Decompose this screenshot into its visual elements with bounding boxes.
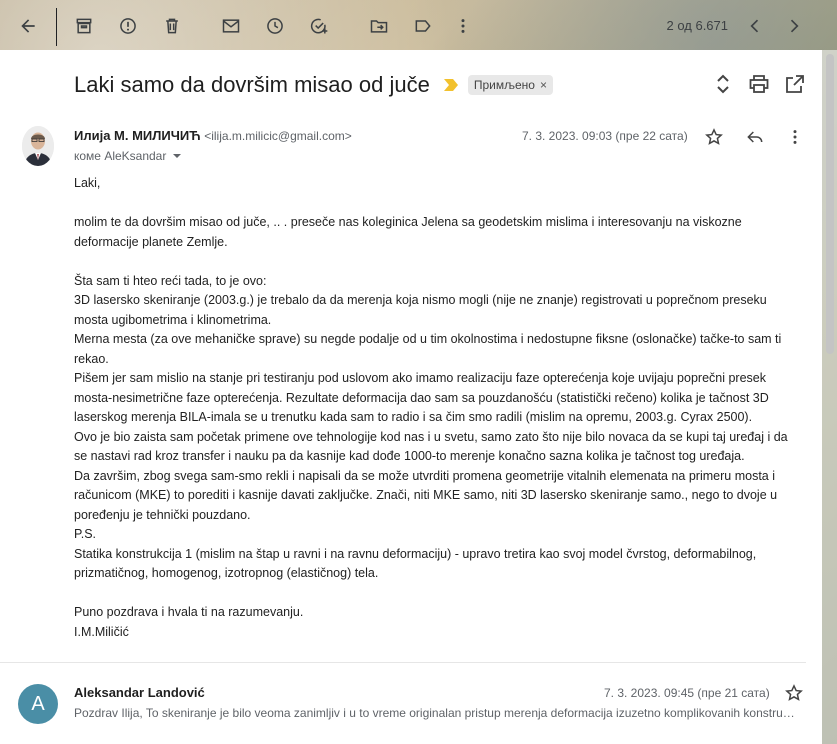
label-icon — [415, 20, 431, 32]
delete-button[interactable] — [154, 8, 190, 44]
clock-icon — [267, 18, 283, 34]
chevron-left-icon — [750, 19, 759, 33]
mark-unread-button[interactable] — [213, 8, 249, 44]
sender-name[interactable]: Aleksandar Landović — [74, 685, 205, 700]
message-body: Laki, molim te da dovršim misao od juče,… — [74, 174, 804, 642]
label-chip-text: Примљено — [473, 78, 535, 92]
reply-icon[interactable] — [745, 127, 765, 147]
expand-collapse-icon[interactable] — [711, 72, 735, 96]
more-vert-icon[interactable] — [785, 127, 805, 147]
body-paragraph: Puno pozdrava i hvala ti na razumevanju. — [74, 605, 304, 619]
sender-line: Илија М. МИЛИЧИЋ <ilija.m.milicic@gmail.… — [74, 128, 352, 143]
report-spam-button[interactable] — [110, 8, 146, 44]
recipient-line[interactable]: коме AleKsandar — [74, 149, 182, 163]
star-icon[interactable] — [784, 683, 804, 703]
open-in-new-window-icon[interactable] — [783, 72, 807, 96]
print-icon[interactable] — [747, 72, 771, 96]
move-to-folder-icon — [370, 20, 388, 33]
show-details-icon[interactable] — [172, 151, 182, 161]
body-paragraph: Merna mesta (za ove mehaničke sprave) su… — [74, 332, 782, 366]
newer-button[interactable] — [737, 8, 773, 44]
body-paragraph: 3D lasersko skeniranje (2003.g.) je treb… — [74, 293, 767, 327]
message-view: Laki samo da dovršim misao od juče Примљ… — [0, 50, 822, 744]
importance-marker-icon[interactable] — [443, 79, 458, 91]
subject-row: Laki samo da dovršim misao od juče Примљ… — [74, 70, 553, 100]
snooze-button[interactable] — [257, 8, 293, 44]
toolbar-divider — [56, 8, 57, 46]
message-divider — [0, 662, 806, 663]
body-paragraph — [74, 194, 804, 214]
body-paragraph — [74, 584, 804, 604]
sender-name[interactable]: Илија М. МИЛИЧИЋ — [74, 128, 201, 143]
scrollbar-thumb[interactable] — [826, 54, 834, 354]
add-task-icon — [310, 18, 328, 34]
report-spam-icon — [120, 18, 136, 34]
message-date: 7. 3. 2023. 09:03 (пре 22 сата) — [522, 129, 688, 143]
more-button[interactable] — [445, 8, 481, 44]
back-button[interactable] — [10, 8, 46, 44]
move-to-button[interactable] — [361, 8, 397, 44]
sender-email: <ilija.m.milicic@gmail.com> — [204, 129, 352, 143]
sender-avatar-letter[interactable]: A — [18, 684, 58, 724]
add-task-button[interactable] — [301, 8, 337, 44]
pager-count: 2 од 6.671 — [666, 18, 728, 33]
trash-icon — [166, 18, 178, 34]
body-paragraph — [74, 252, 804, 272]
recipient-text: коме AleKsandar — [74, 149, 167, 163]
body-paragraph: I.M.Miličić — [74, 624, 129, 639]
body-paragraph: Pišem jer sam mislio na stanje pri testi… — [74, 371, 769, 424]
archive-button[interactable] — [66, 8, 102, 44]
body-paragraph: molim te da dovršim misao od juče, .. . … — [74, 215, 742, 249]
inbox-label-chip[interactable]: Примљено × — [467, 75, 553, 95]
sender-photo-icon — [22, 126, 54, 166]
chevron-right-icon — [790, 19, 799, 33]
body-paragraph: Statika konstrukcija 1 (mislim na štap u… — [74, 546, 757, 581]
back-icon — [21, 19, 35, 33]
message-date: 7. 3. 2023. 09:45 (пре 21 сата) — [604, 686, 770, 700]
more-vert-icon — [461, 19, 465, 33]
mail-icon — [222, 19, 240, 33]
message-snippet[interactable]: Pozdrav Ilija, To skeniranje je bilo veo… — [74, 706, 800, 720]
body-paragraph: Laki, — [74, 176, 101, 190]
body-paragraph: Ovo je bio zaista sam početak primene ov… — [74, 429, 788, 464]
body-paragraph: Da završim, zbog svega sam-smo rekli i n… — [74, 468, 778, 522]
remove-label-button[interactable]: × — [540, 78, 547, 92]
message-toolbar: 2 од 6.671 — [0, 0, 837, 52]
labels-button[interactable] — [405, 8, 441, 44]
email-subject: Laki samo da dovršim misao od juče — [74, 72, 430, 97]
star-icon[interactable] — [704, 127, 724, 147]
body-paragraph: P.S. — [74, 527, 97, 541]
sender-avatar[interactable] — [22, 126, 54, 166]
archive-icon — [76, 18, 92, 34]
older-button[interactable] — [776, 8, 812, 44]
body-paragraph: Šta sam ti hteo reći tada, to je ovo: — [74, 273, 267, 288]
